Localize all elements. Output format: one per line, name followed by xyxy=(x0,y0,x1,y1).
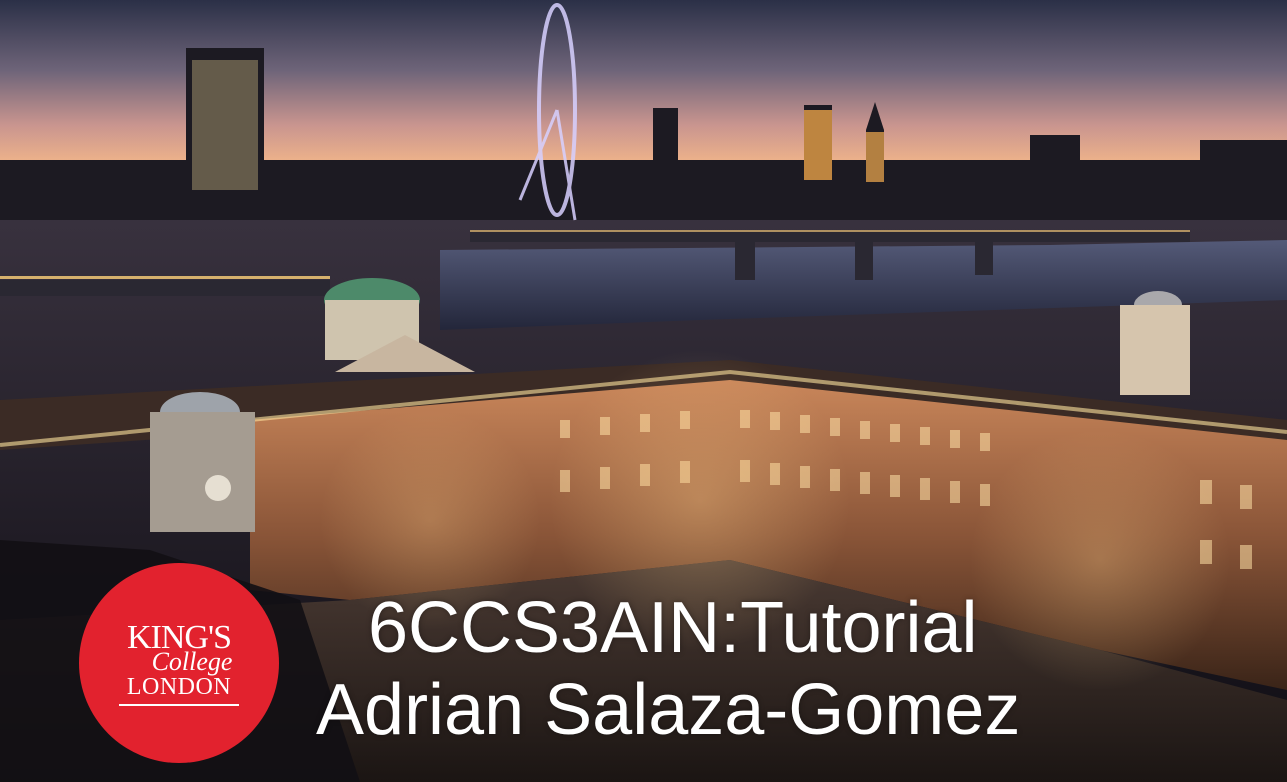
presenter-name: Adrian Salaza-Gomez xyxy=(316,670,1021,750)
kings-college-london-logo: KING'S College LONDON xyxy=(79,563,279,763)
logo-wordmark: KING'S College LONDON xyxy=(79,563,279,763)
parliament-glow xyxy=(804,110,832,180)
title-slide: KING'S College LONDON 6CCS3AIN:Tutorial … xyxy=(0,0,1287,782)
logo-line-london: LONDON xyxy=(126,674,232,700)
logo-line-college: College xyxy=(151,647,233,676)
logo-rule xyxy=(119,704,239,706)
slide-title: 6CCS3AIN:Tutorial xyxy=(368,588,978,668)
tower-windows xyxy=(192,60,258,190)
